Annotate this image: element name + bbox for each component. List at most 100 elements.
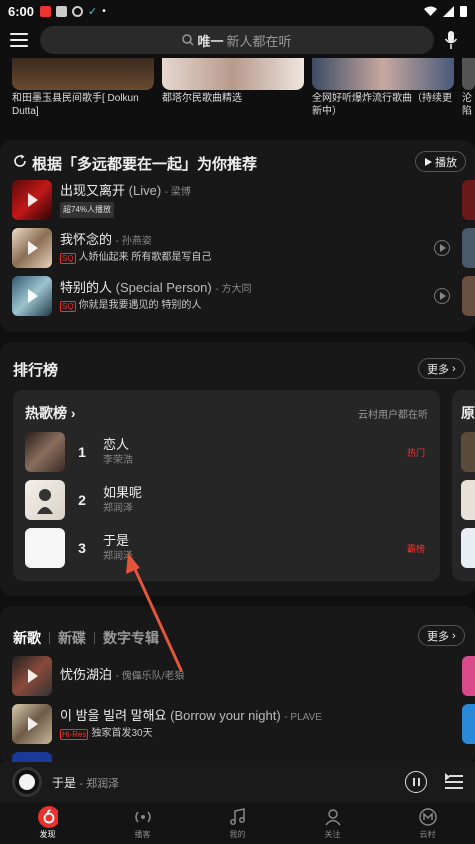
netease-notify-icon xyxy=(40,5,52,17)
song-artist: 孙燕姿 xyxy=(121,236,152,247)
play-circle-icon[interactable] xyxy=(434,288,450,304)
song-cover xyxy=(461,528,475,568)
tab-digital-albums[interactable]: 数字专辑 xyxy=(103,628,159,648)
song-subtitle: 独家首发30天 xyxy=(91,728,153,739)
battery-icon xyxy=(460,6,467,17)
cat-notify-icon xyxy=(56,5,68,17)
song-name: 이 밤을 빌려 말해요 xyxy=(60,708,167,723)
next-chart-title: 原 xyxy=(461,405,475,421)
song-name: 于是 xyxy=(103,533,130,548)
song-cover xyxy=(12,276,52,316)
play-overlay-icon xyxy=(28,669,38,683)
song-artist: PLAVE xyxy=(290,712,322,723)
playlist-card[interactable]: 和田墨玉县民间歌手[ Dolkun Dutta] xyxy=(12,58,157,118)
status-bar: 6:00 ✓ • xyxy=(0,0,475,22)
nav-discover[interactable]: 发现 xyxy=(0,802,95,844)
song-subtitle: 你就是我要遇见的 特别的人 xyxy=(78,300,202,311)
play-overlay-icon xyxy=(28,717,38,731)
song-version: (Special Person) xyxy=(115,280,212,295)
next-chart-card[interactable]: 原 xyxy=(452,390,475,581)
rank-number: 1 xyxy=(78,444,86,460)
refresh-icon[interactable] xyxy=(13,154,27,168)
song-row[interactable]: 이 밤을 빌려 말해요 (Borrow your night) - PLAVE … xyxy=(12,704,462,744)
recommend-section: 根据「多远都要在一起」为你推荐 播放 出现又离开 (Live) - 梁博 超74… xyxy=(0,140,475,332)
next-column-cover xyxy=(462,228,475,268)
play-overlay-icon xyxy=(28,241,38,255)
discover-icon xyxy=(37,805,58,828)
chart-row[interactable]: 1 恋人 李荣浩 热门 xyxy=(25,432,425,472)
playlist-card[interactable]: 沦陷 xyxy=(462,58,475,118)
song-name: 特别的人 xyxy=(60,280,113,295)
play-ratio-badge: 超74%人播放 xyxy=(60,202,115,218)
play-circle-icon[interactable] xyxy=(434,240,450,256)
mini-player[interactable]: 于是 - 郑润泽 xyxy=(0,762,475,802)
playlist-caption: 和田墨玉县民间歌手[ Dolkun Dutta] xyxy=(12,93,139,117)
check-icon: ✓ xyxy=(88,5,98,18)
more-label: 更多 xyxy=(427,630,449,643)
play-all-button[interactable]: 播放 xyxy=(415,151,466,172)
chart-row[interactable]: 3 于是 郑润泽 霸榜 xyxy=(25,528,425,568)
nav-mine[interactable]: 我的 xyxy=(190,802,285,844)
notification-icons: ✓ • xyxy=(40,5,106,18)
song-version: (Borrow your night) xyxy=(170,708,281,723)
song-row[interactable]: 特别的人 (Special Person) - 方大同 SQ 你就是我要遇见的 特… xyxy=(12,276,462,316)
rank-number: 3 xyxy=(78,540,86,556)
search-icon xyxy=(182,34,195,46)
chevron-right-icon: › xyxy=(70,405,76,421)
playlist-card[interactable]: 都塔尔民歌曲精选 xyxy=(162,58,307,105)
song-artist: 傀儡乐队/老狼 xyxy=(121,671,185,682)
hot-chart-title: 热歌榜 xyxy=(25,405,67,421)
tab-new-songs[interactable]: 新歌 xyxy=(13,628,41,648)
song-cover xyxy=(12,704,52,744)
menu-icon[interactable] xyxy=(10,33,28,47)
song-row[interactable]: 我怀念的 - 孙燕姿 SQ 人娇仙起来 所有歌都是写自己 xyxy=(12,228,462,268)
song-cover xyxy=(25,480,65,520)
microphone-icon[interactable] xyxy=(444,30,458,50)
song-row[interactable]: 忧伤湖泊 - 傀儡乐队/老狼 xyxy=(12,656,462,696)
music-note-icon xyxy=(228,807,248,827)
playlist-caption: 沦陷 xyxy=(462,93,472,117)
song-subtitle: 人娇仙起来 所有歌都是写自己 xyxy=(78,252,212,263)
song-name: 恋人 xyxy=(103,437,130,452)
search-placeholder: 新人都在听 xyxy=(226,33,292,49)
song-row[interactable]: 出现又离开 (Live) - 梁博 超74%人播放 xyxy=(12,180,462,220)
nav-cloud-village[interactable]: 云村 xyxy=(380,802,475,844)
play-icon xyxy=(425,157,432,166)
sq-badge: SQ xyxy=(60,300,76,312)
search-input[interactable]: 唯一 新人都在听 xyxy=(40,26,434,54)
user-icon xyxy=(323,807,343,827)
sq-badge: SQ xyxy=(60,252,76,264)
next-column-cover xyxy=(462,704,475,744)
nav-podcast[interactable]: 播客 xyxy=(95,802,190,844)
rank-number: 2 xyxy=(78,492,86,508)
nav-label: 我的 xyxy=(229,829,246,839)
rank-badge: 热门 xyxy=(406,447,425,458)
playlist-caption: 全网好听爆炸流行歌曲（持续更新中） xyxy=(312,93,452,117)
play-all-label: 播放 xyxy=(435,156,457,169)
song-cover xyxy=(25,528,65,568)
song-artist: 梁博 xyxy=(170,187,191,198)
song-cover xyxy=(12,656,52,696)
music-notify-icon xyxy=(72,5,84,17)
search-hot-word: 唯一 xyxy=(197,33,224,49)
new-music-more-button[interactable]: 更多 › xyxy=(418,625,465,646)
wifi-icon xyxy=(424,6,437,16)
pause-button[interactable] xyxy=(405,771,427,793)
chart-row[interactable]: 2 如果呢 郑润泽 xyxy=(25,480,425,520)
charts-more-button[interactable]: 更多 › xyxy=(418,358,465,379)
song-cover xyxy=(461,480,475,520)
album-disc[interactable] xyxy=(12,767,42,797)
dot-icon: • xyxy=(102,5,106,17)
playlist-cover xyxy=(162,58,304,90)
more-label: 更多 xyxy=(427,363,449,376)
playlist-card[interactable]: 全网好听爆炸流行歌曲（持续更新中） xyxy=(312,58,457,118)
nav-follow[interactable]: 关注 xyxy=(285,802,380,844)
song-cover xyxy=(12,180,52,220)
tab-new-albums[interactable]: 新碟 xyxy=(58,628,86,648)
playlist-queue-icon[interactable] xyxy=(445,773,463,789)
playlist-cover xyxy=(12,58,154,90)
hot-chart-card[interactable]: 热歌榜 › 云村用户都在听 1 恋人 李荣浩 热门 2 如果呢 郑润泽 3 于是… xyxy=(13,390,440,581)
charts-title: 排行榜 xyxy=(13,362,59,379)
status-time: 6:00 xyxy=(8,3,35,19)
playlist-caption: 都塔尔民歌曲精选 xyxy=(162,93,242,104)
